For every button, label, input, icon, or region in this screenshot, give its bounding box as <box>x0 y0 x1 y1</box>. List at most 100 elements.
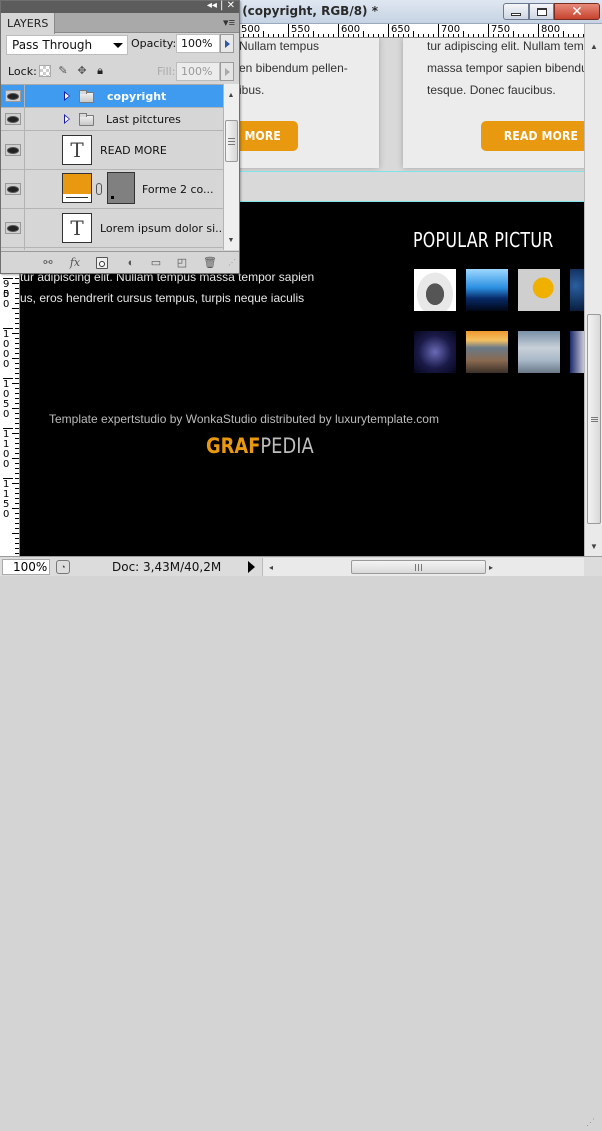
eye-icon[interactable] <box>5 90 21 102</box>
blend-mode-select[interactable]: Pass Through <box>6 35 128 55</box>
scroll-left-arrow-icon[interactable]: ◂ <box>265 559 277 575</box>
panel-collapse-close-icon[interactable]: ◂◂ | ✕ <box>207 0 235 11</box>
eye-icon[interactable] <box>5 144 21 156</box>
layer-row[interactable]: Forme 2 co... <box>1 170 223 209</box>
ruler-tick <box>15 298 19 299</box>
scroll-down-arrow-icon[interactable]: ▼ <box>585 538 602 554</box>
expand-triangle-icon[interactable] <box>64 91 70 101</box>
thumbnail-sunset[interactable] <box>466 331 508 373</box>
eye-icon[interactable] <box>5 113 21 125</box>
fill-label: Fill: <box>157 65 176 78</box>
ruler-tick <box>15 338 19 339</box>
thumbnail-hard-hat[interactable] <box>518 269 560 311</box>
vertical-scroll-thumb[interactable] <box>587 314 601 524</box>
ruler-tick <box>12 408 19 409</box>
maximize-button[interactable] <box>529 3 554 20</box>
lock-transparency-icon[interactable] <box>39 65 51 77</box>
ruler-tick <box>313 31 314 37</box>
ruler-tick <box>433 34 434 37</box>
ruler-tick <box>12 333 19 334</box>
status-menu-arrow-icon[interactable] <box>248 561 255 573</box>
ruler-tick <box>15 428 19 429</box>
thumbnail-nebula[interactable] <box>414 331 456 373</box>
vertical-scrollbar[interactable]: ▲ ▼ <box>584 24 602 556</box>
ruler-tick <box>533 34 534 37</box>
fx-icon[interactable]: fx <box>67 257 83 269</box>
ruler-tick <box>428 34 429 37</box>
expand-triangle-icon[interactable] <box>64 114 70 124</box>
lock-all-padlock-icon[interactable]: 🔒︎ <box>94 65 106 77</box>
thumbnail-concert[interactable] <box>466 269 508 311</box>
layer-row[interactable]: Last pitctures <box>1 108 223 131</box>
chain-link-icon[interactable] <box>96 183 102 195</box>
layer-row-partial[interactable] <box>1 248 223 250</box>
card-text-line: massa tempor sapien bibendum pellen- <box>427 61 584 75</box>
layers-scroll-thumb[interactable] <box>225 120 238 162</box>
close-button[interactable]: ✕ <box>554 3 600 20</box>
thumbnail-portrait[interactable] <box>570 331 584 373</box>
ruler-tick <box>15 398 19 399</box>
resize-grip-icon[interactable]: ⋰ <box>586 1117 600 1131</box>
visibility-cell[interactable] <box>1 209 25 247</box>
scroll-up-arrow-icon[interactable]: ▲ <box>223 87 239 103</box>
eye-icon[interactable] <box>5 183 21 195</box>
delete-layer-icon[interactable]: 🗑︎ <box>203 257 217 269</box>
ruler-tick <box>363 31 364 37</box>
thumbnail-dancer[interactable] <box>518 331 560 373</box>
folder-icon <box>79 90 94 103</box>
layer-row[interactable]: T Lorem ipsum dolor si... <box>1 209 223 248</box>
ruler-tick <box>15 523 19 524</box>
thumbnail-blue-space[interactable] <box>570 269 584 311</box>
ruler-tick <box>15 418 19 419</box>
eye-icon[interactable] <box>5 222 21 234</box>
fill-input[interactable]: 100% <box>176 62 220 81</box>
horizontal-scrollbar[interactable]: ◂ ▸ <box>262 558 584 576</box>
ruler-tick <box>12 458 19 459</box>
add-mask-icon[interactable] <box>96 257 108 269</box>
thumbnail-car[interactable] <box>414 269 456 311</box>
new-group-icon[interactable]: ▭ <box>150 257 162 269</box>
read-more-button[interactable]: READ MORE <box>481 121 584 151</box>
ruler-label: 1100 <box>3 428 13 470</box>
card-text-line: ibus. <box>239 83 265 97</box>
ruler-tick <box>15 548 19 549</box>
opacity-slider-button[interactable] <box>220 34 234 53</box>
link-layers-icon[interactable]: ⚯ <box>39 257 57 269</box>
status-info-icon[interactable]: ◔ <box>56 560 70 574</box>
lock-position-move-icon[interactable]: ✥ <box>76 65 88 77</box>
layers-scrollbar[interactable]: ▲ ▼ <box>223 84 239 250</box>
new-layer-icon[interactable]: ◰ <box>176 257 188 269</box>
visibility-cell[interactable] <box>1 108 25 130</box>
ruler-tick <box>523 34 524 37</box>
scroll-right-arrow-icon[interactable]: ▸ <box>485 559 497 575</box>
layer-row[interactable]: copyright <box>1 85 223 108</box>
zoom-level-field[interactable]: 100% <box>2 559 50 575</box>
layer-list[interactable]: copyright Last pitctures T READ MORE For… <box>1 84 223 250</box>
scroll-down-arrow-icon[interactable]: ▼ <box>223 232 239 248</box>
layer-row[interactable]: T READ MORE <box>1 131 223 170</box>
visibility-cell[interactable] <box>1 170 25 208</box>
panel-menu-icon[interactable]: ▾≡ <box>223 16 235 29</box>
ruler-tick <box>12 508 19 509</box>
scroll-up-arrow-icon[interactable]: ▲ <box>585 38 602 54</box>
panel-header[interactable]: ◂◂ | ✕ <box>1 0 239 13</box>
ruler-tick <box>573 34 574 37</box>
opacity-input[interactable]: 100% <box>176 34 220 53</box>
ruler-tick <box>12 358 19 359</box>
lock-image-brush-icon[interactable]: ✎ <box>57 65 69 77</box>
ruler-tick <box>12 383 19 384</box>
ruler-tick <box>15 448 19 449</box>
visibility-cell[interactable] <box>1 85 25 107</box>
fill-slider-button[interactable] <box>220 62 234 81</box>
arrow-right-icon <box>224 39 230 48</box>
resize-grip-icon[interactable]: ⋰ <box>227 257 237 269</box>
ruler-label: 800 <box>538 24 560 37</box>
horizontal-scroll-thumb[interactable] <box>351 560 486 574</box>
visibility-cell[interactable] <box>1 131 25 169</box>
adjustment-layer-icon[interactable]: ◐ <box>124 257 138 269</box>
tab-layers[interactable]: LAYERS <box>1 13 55 34</box>
ruler-tick <box>15 363 19 364</box>
text-layer-thumbnail-icon: T <box>62 135 92 165</box>
minimize-button[interactable] <box>503 3 529 20</box>
layer-name: Last pitctures <box>106 113 181 126</box>
